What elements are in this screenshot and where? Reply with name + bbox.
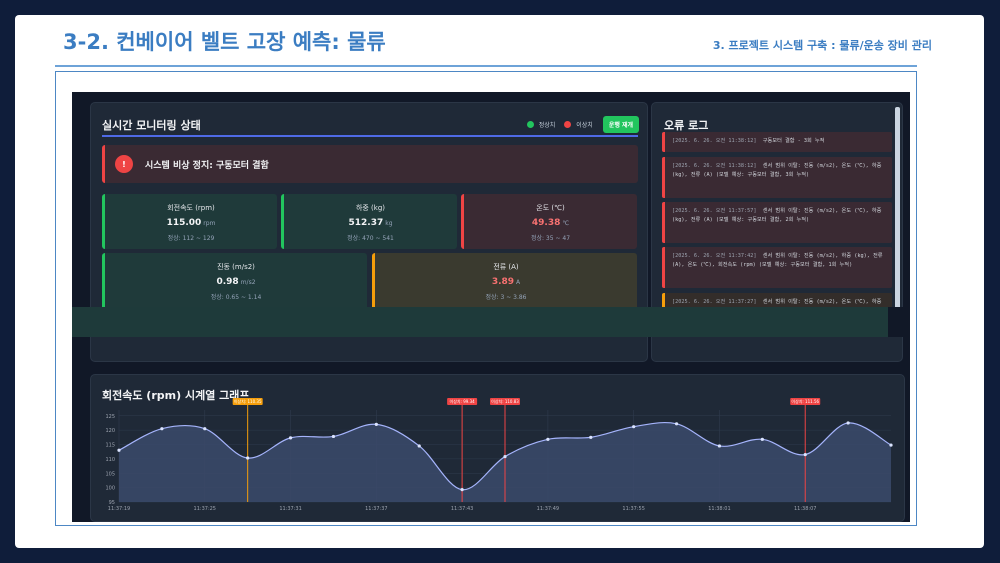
sensor-range: 정상: 470 ~ 541: [347, 235, 394, 242]
log-entry: [2025. 6. 26. 오전 11:38:12] 센서 범위 이탈: 진동 …: [662, 157, 892, 198]
sensor-card-rpm: 회전속도 (rpm) 115.00 rpm 정상: 112 ~ 129: [102, 194, 277, 249]
x-tick-label: 11:37:25: [194, 506, 216, 512]
data-point: [503, 454, 507, 459]
slide-subtitle: 3. 프로젝트 시스템 구축 : 물류/운송 장비 관리: [712, 39, 932, 52]
data-point: [546, 437, 550, 441]
dashboard-screen: 실시간 모니터링 상태 정상치 이상치 운행 재개 ! 시스템 비상 정지: 구…: [72, 92, 910, 522]
data-point: [117, 448, 121, 452]
sensor-unit: m/s2: [240, 279, 256, 286]
resume-operation-button[interactable]: 운행 재개: [602, 116, 639, 133]
sensor-value: 115.00: [166, 218, 202, 228]
sensor-label: 하중 (kg): [355, 204, 386, 212]
overlay-strip-end: [888, 307, 910, 337]
x-tick-label: 11:37:55: [622, 506, 644, 512]
sensor-card-vibration: 진동 (m/s2) 0.98 m/s2 정상: 0.65 ~ 1.14: [102, 253, 367, 313]
data-point: [460, 488, 464, 492]
anomaly-marker-label: 이상치: 111.56: [791, 398, 819, 404]
y-tick-label: 100: [105, 486, 115, 492]
x-tick-label: 11:37:19: [108, 506, 130, 512]
sensor-range: 정상: 35 ~ 47: [530, 235, 571, 242]
error-log-title: 오류 로그: [664, 119, 709, 132]
data-point: [889, 443, 893, 447]
data-point: [331, 434, 336, 439]
x-tick-label: 11:37:49: [537, 506, 559, 512]
legend-normal: 정상치: [538, 122, 556, 129]
sensor-card-load: 하중 (kg) 512.37 kg 정상: 470 ~ 541: [281, 194, 457, 249]
data-point: [674, 422, 679, 426]
y-tick-label: 110: [105, 457, 115, 463]
log-entry: [2025. 6. 26. 오전 11:37:57] 센서 범위 이탈: 진동 …: [662, 202, 892, 243]
data-point: [160, 427, 164, 431]
y-tick-label: 125: [105, 414, 115, 420]
sensor-value: 3.89: [491, 277, 515, 287]
x-tick-label: 11:38:01: [708, 506, 730, 512]
log-scrollbar[interactable]: [895, 107, 900, 309]
sensor-range: 정상: 112 ~ 129: [167, 235, 215, 242]
sensor-card-temp: 온도 (℃) 49.38 ℃ 정상: 35 ~ 47: [461, 194, 637, 249]
sensor-value: 49.38: [531, 218, 561, 228]
data-point: [803, 452, 807, 457]
rpm-chart: 9510010511011512012511:37:19 11:37:25 11:3…: [105, 398, 893, 512]
log-entry: [2025. 6. 26. 오전 11:38:12] 구동모터 결함 - 3회 …: [662, 132, 892, 152]
x-tick-label: 11:37:31: [279, 506, 301, 512]
data-point: [246, 456, 250, 460]
data-point: [288, 436, 293, 440]
sensor-label: 진동 (m/s2): [217, 263, 255, 271]
anomaly-marker-label: 이상치: 110.83: [491, 398, 519, 404]
anomaly-marker-label: 이상치: 110.35: [234, 398, 262, 404]
sensor-value: 512.37: [348, 218, 384, 228]
sensor-label: 회전속도 (rpm): [167, 204, 215, 212]
data-point: [589, 435, 593, 439]
sensor-range: 정상: 0.65 ~ 1.14: [210, 294, 262, 301]
anomaly-marker-label: 이상치: 99.34: [450, 398, 476, 404]
normal-dot-icon: [526, 121, 534, 128]
sensor-range: 정상: 3 ~ 3.86: [485, 294, 527, 301]
data-point: [632, 425, 636, 429]
x-tick-label: 11:37:43: [451, 506, 473, 512]
y-tick-label: 120: [105, 428, 115, 434]
title-divider: [55, 65, 917, 67]
legend-abnormal: 이상치: [576, 122, 593, 129]
monitoring-divider: [102, 135, 638, 137]
slide-title: 3-2. 컨베이어 벨트 고장 예측: 물류: [63, 30, 386, 54]
emergency-alert: ! 시스템 비상 정지: 구동모터 결함: [102, 145, 638, 183]
sensor-unit: kg: [385, 220, 393, 227]
sensor-unit: rpm: [203, 220, 216, 227]
overlay-strip: [72, 307, 910, 337]
legend: 정상치 이상치 운행 재개: [526, 116, 639, 133]
alert-text: 시스템 비상 정지: 구동모터 결함: [145, 160, 269, 171]
sensor-label: 전류 (A): [493, 263, 519, 271]
sensor-card-current: 전류 (A) 3.89 A 정상: 3 ~ 3.86: [372, 253, 637, 313]
data-point: [760, 437, 764, 441]
x-tick-label: 11:37:37: [365, 506, 387, 512]
monitoring-title: 실시간 모니터링 상태: [102, 119, 201, 132]
log-entry: [2025. 6. 26. 오전 11:37:42] 센서 범위 이탈: 진동 …: [662, 247, 892, 288]
sensor-value: 0.98: [216, 277, 239, 287]
data-point: [846, 421, 850, 425]
x-tick-label: 11:38:07: [794, 506, 816, 512]
abnormal-dot-icon: [564, 121, 572, 128]
y-tick-label: 105: [105, 471, 115, 477]
y-tick-label: 115: [105, 443, 115, 449]
data-point: [717, 444, 722, 448]
data-point: [203, 427, 207, 431]
data-point: [374, 422, 378, 426]
data-point: [417, 444, 421, 448]
rpm-graph-panel: 회전속도 (rpm) 시계열 그래프 95 100 105 110 115 120 125 1…: [90, 374, 905, 522]
sensor-unit: ℃: [562, 220, 570, 227]
sensor-label: 온도 (℃): [536, 204, 565, 212]
alert-icon: !: [115, 155, 133, 173]
sensor-unit: A: [516, 279, 521, 286]
